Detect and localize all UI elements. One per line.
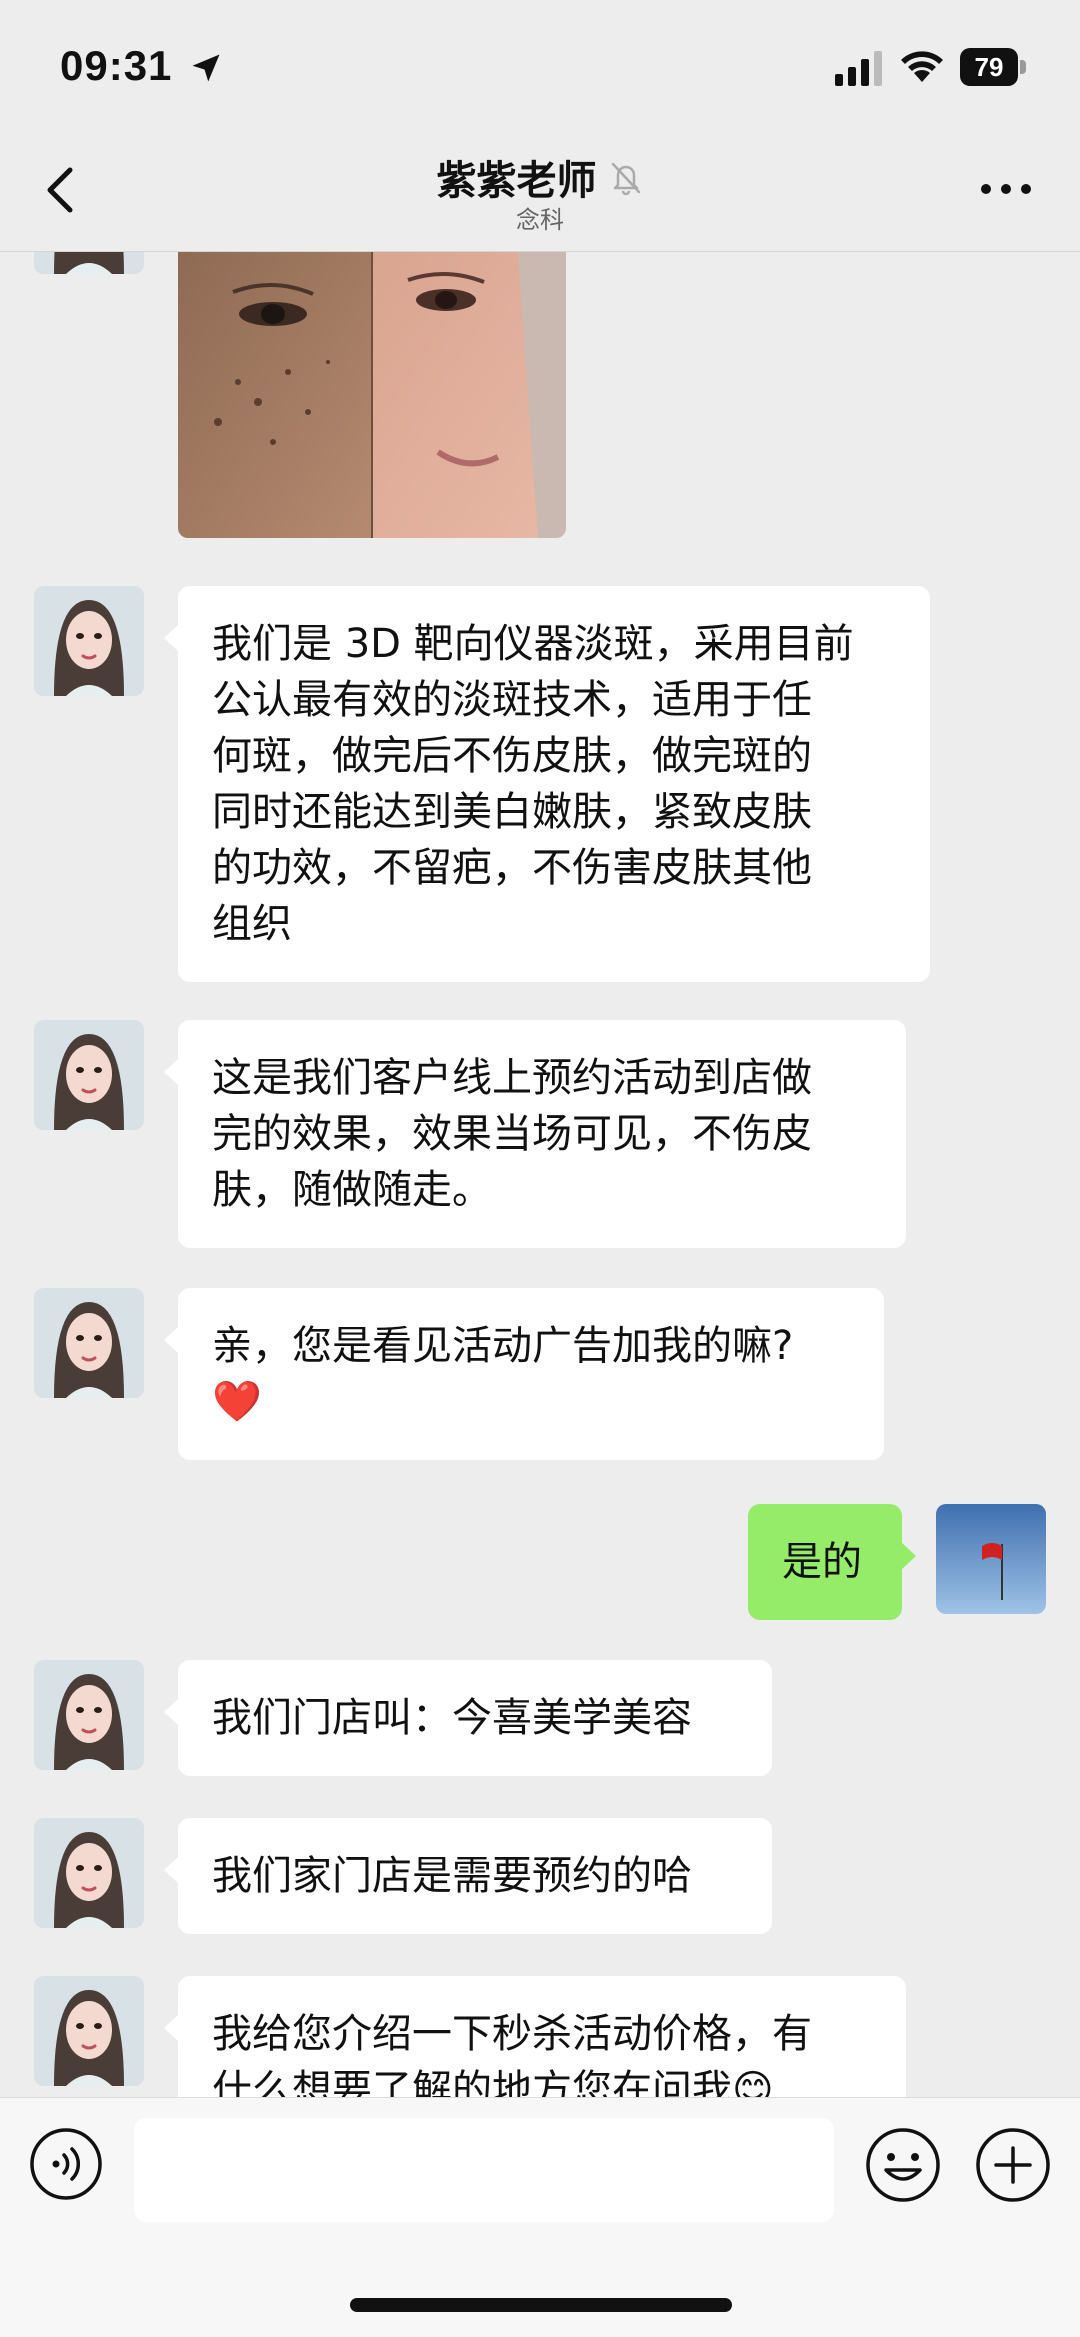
location-arrow-icon: [192, 54, 220, 82]
message-image[interactable]: [178, 252, 566, 538]
message-text: 这是我们客户线上预约活动到店做 完的效果，效果当场可见，不伤皮 肤，随做随走。: [212, 1055, 812, 1213]
contact-avatar[interactable]: [34, 1818, 144, 1928]
contact-avatar-image: [34, 1818, 144, 1928]
chat-header: 紫紫老师 念科: [0, 130, 1080, 252]
battery-tip: [1020, 60, 1026, 74]
bell-slash-icon: [611, 162, 640, 195]
contact-avatar-image: [34, 1660, 144, 1770]
message-bubble[interactable]: 我给您介绍一下秒杀活动价格，有 什么想要了解的地方您在问我😊: [164, 1976, 906, 2097]
my-avatar[interactable]: [936, 1504, 1046, 1614]
message-list[interactable]: 我们是 3D 靶向仪器淡斑，采用目前 公认最有效的淡斑技术，适用于任 何斑，做完…: [0, 252, 1080, 2097]
status-time: 09:31: [60, 42, 173, 89]
contact-avatar[interactable]: [34, 1020, 144, 1130]
flag-sky-avatar: [936, 1504, 1046, 1614]
contact-avatar[interactable]: [34, 1288, 144, 1398]
message-text: 我们门店叫：今喜美学美容: [212, 1695, 692, 1741]
message-input[interactable]: [134, 2118, 834, 2222]
message-bubble[interactable]: 我们家门店是需要预约的哈: [164, 1818, 772, 1934]
contact-avatar[interactable]: [34, 252, 144, 274]
message-bubble[interactable]: 我们是 3D 靶向仪器淡斑，采用目前 公认最有效的淡斑技术，适用于任 何斑，做完…: [164, 586, 930, 982]
message-text: 是的: [782, 1539, 862, 1585]
chat-title: 紫紫老师: [436, 158, 597, 204]
contact-avatar[interactable]: [34, 1660, 144, 1770]
message-text: 我给您介绍一下秒杀活动价格，有 什么想要了解的地方您在问我😊: [212, 2011, 812, 2097]
contact-avatar-image: [34, 1976, 144, 2086]
contact-avatar-image: [34, 1288, 144, 1398]
message-text: 我们家门店是需要预约的哈: [212, 1853, 692, 1899]
before-after-photo: [178, 252, 566, 538]
home-indicator[interactable]: [350, 2298, 732, 2312]
emoji-icon[interactable]: [864, 2126, 942, 2204]
plus-icon[interactable]: [974, 2126, 1052, 2204]
message-text: 我们是 3D 靶向仪器淡斑，采用目前 公认最有效的淡斑技术，适用于任 何斑，做完…: [212, 621, 854, 947]
contact-avatar[interactable]: [34, 586, 144, 696]
contact-avatar-image: [34, 1020, 144, 1130]
wifi-icon: [901, 51, 943, 82]
battery-indicator: 79: [960, 48, 1026, 86]
status-bar: 09:31 79: [0, 0, 1080, 130]
contact-avatar-image: [34, 586, 144, 696]
chat-subtitle: 念科: [516, 206, 564, 234]
chat-title-wrap[interactable]: 紫紫老师: [0, 148, 1080, 206]
more-dots-icon[interactable]: [978, 174, 1034, 204]
message-bubble[interactable]: 这是我们客户线上预约活动到店做 完的效果，效果当场可见，不伤皮 肤，随做随走。: [164, 1020, 906, 1248]
contact-avatar[interactable]: [34, 1976, 144, 2086]
contact-avatar-image: [34, 252, 144, 274]
message-text: 亲，您是看见活动广告加我的嘛? ❤️: [212, 1323, 794, 1425]
cellular-signal-icon: [835, 51, 882, 86]
my-message-bubble[interactable]: 是的: [748, 1504, 916, 1620]
message-bubble[interactable]: 亲，您是看见活动广告加我的嘛? ❤️: [164, 1288, 884, 1460]
battery-level: 79: [960, 48, 1018, 86]
message-bubble[interactable]: 我们门店叫：今喜美学美容: [164, 1660, 772, 1776]
voice-icon[interactable]: [28, 2126, 104, 2202]
